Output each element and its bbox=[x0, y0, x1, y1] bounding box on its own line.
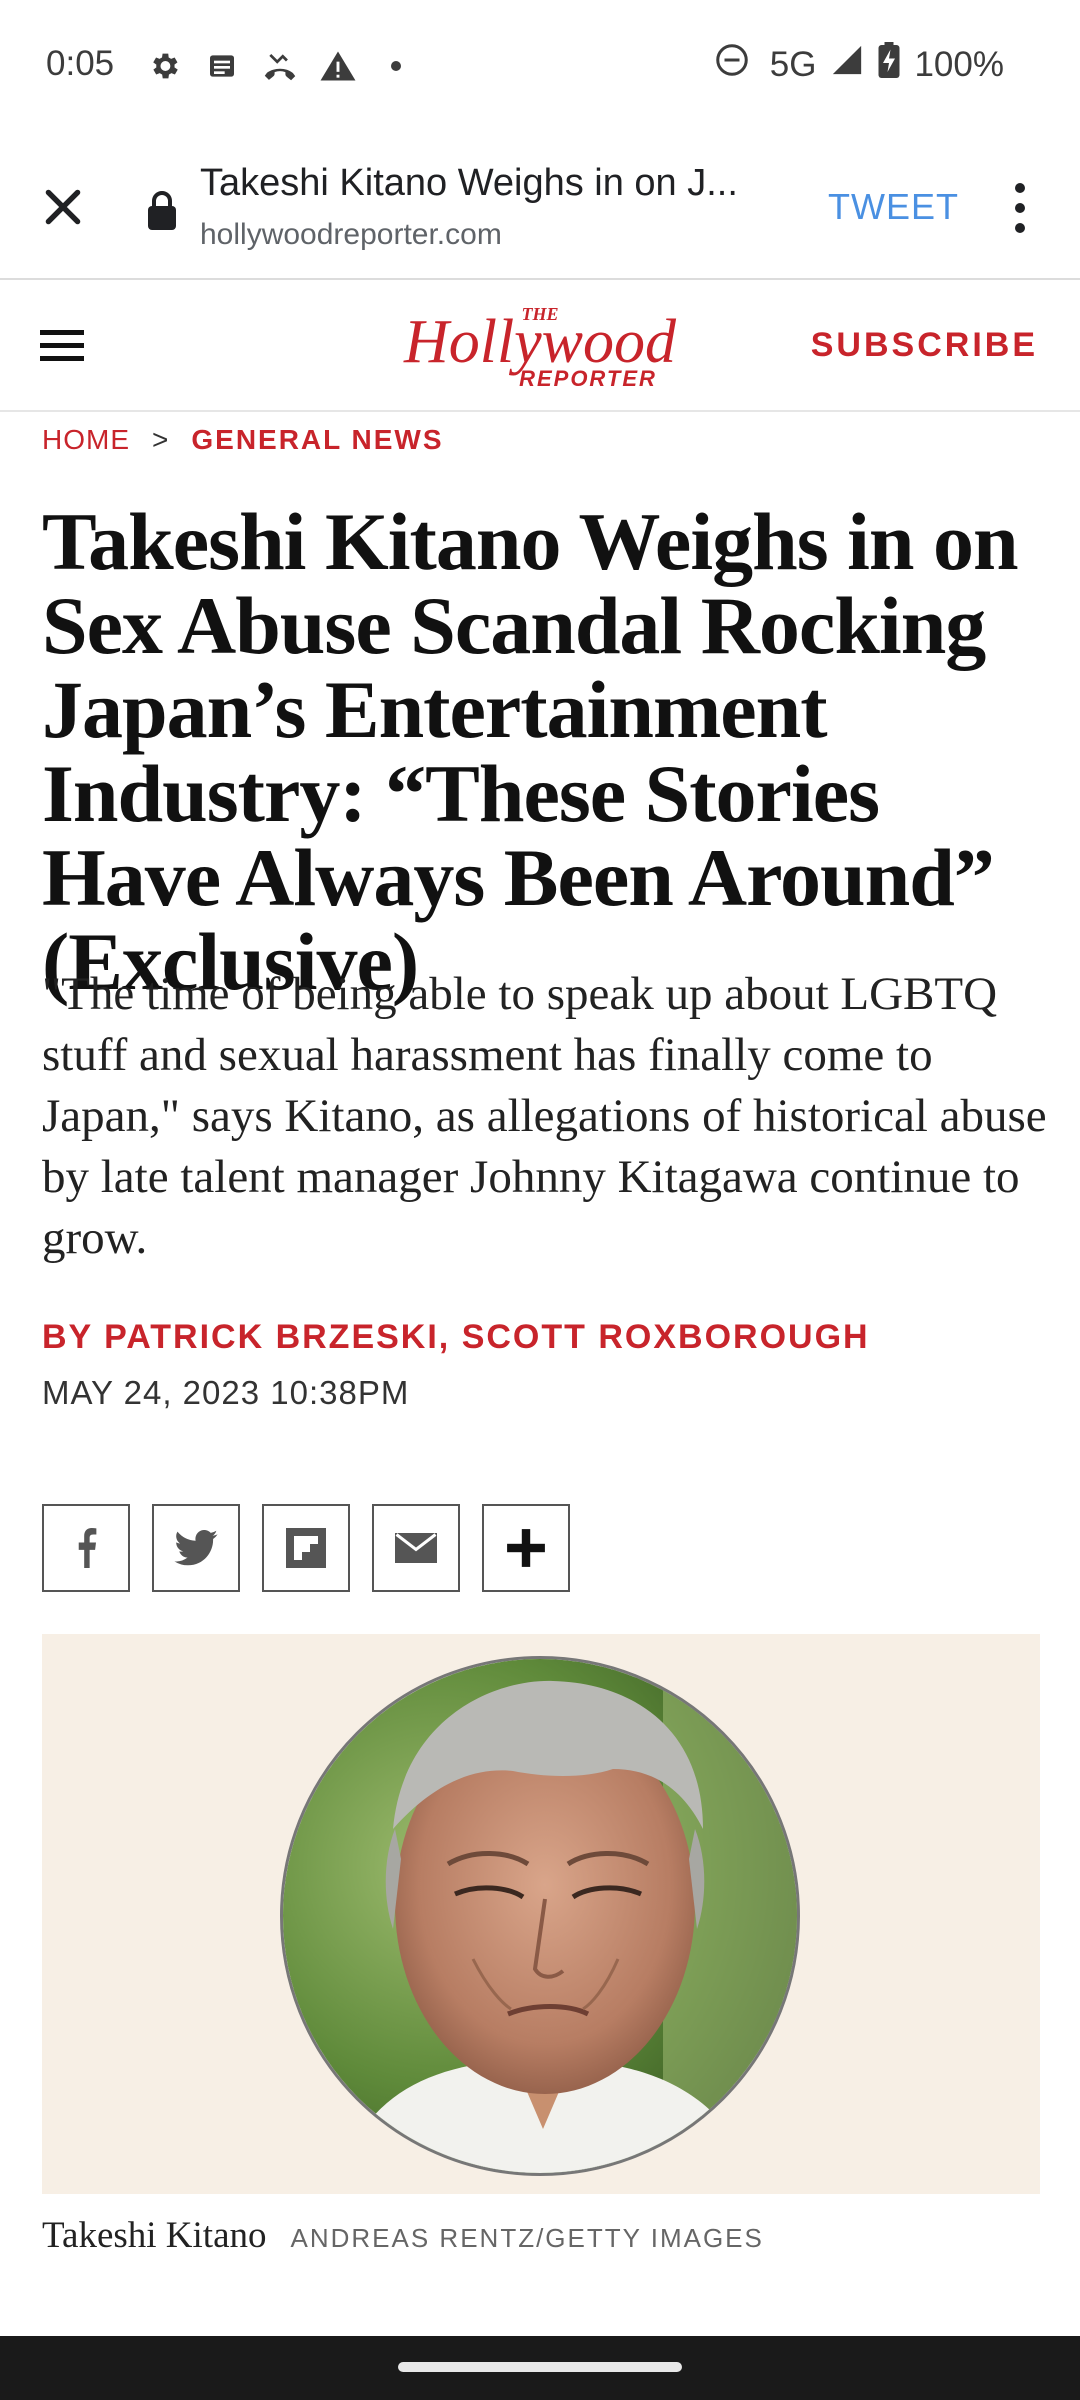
status-system-icons: 5G 100% bbox=[714, 42, 1004, 87]
status-notification-icons bbox=[146, 48, 414, 84]
menu-icon[interactable] bbox=[40, 326, 86, 366]
system-navigation-bar bbox=[0, 2336, 1080, 2400]
facebook-icon[interactable] bbox=[42, 1504, 130, 1592]
logo-sub: REPORTER bbox=[519, 366, 657, 391]
featured-image-panel bbox=[42, 1634, 1040, 2194]
news-icon bbox=[204, 48, 240, 84]
site-header: THE Hollywood REPORTER SUBSCRIBE bbox=[0, 280, 1080, 412]
settings-icon bbox=[146, 48, 182, 84]
dnd-icon bbox=[714, 42, 750, 87]
email-icon[interactable] bbox=[372, 1504, 460, 1592]
article-date: MAY 24, 2023 10:38PM bbox=[42, 1374, 410, 1411]
close-icon[interactable] bbox=[38, 182, 88, 232]
breadcrumb-separator: > bbox=[152, 424, 170, 455]
page-title: Takeshi Kitano Weighs in on J... bbox=[200, 162, 738, 204]
article-headline: Takeshi Kitano Weighs in on Sex Abuse Sc… bbox=[42, 496, 1019, 1007]
network-type: 5G bbox=[769, 44, 817, 84]
status-time: 0:05 bbox=[46, 44, 115, 83]
lock-icon[interactable] bbox=[146, 190, 178, 230]
status-bar: 0:05 5G 100% bbox=[0, 0, 1080, 132]
caption-credit: ANDREAS RENTZ/GETTY IMAGES bbox=[290, 2223, 764, 2253]
caption-subject: Takeshi Kitano bbox=[42, 2215, 267, 2256]
battery-level: 100% bbox=[914, 44, 1004, 84]
battery-charging-icon bbox=[878, 42, 900, 87]
page-url[interactable]: hollywoodreporter.com bbox=[200, 218, 502, 252]
plus-icon[interactable] bbox=[482, 1504, 570, 1592]
breadcrumb-home-link[interactable]: HOME bbox=[42, 424, 130, 456]
breadcrumb: HOME > GENERAL NEWS bbox=[42, 424, 444, 456]
image-caption: Takeshi Kitano ANDREAS RENTZ/GETTY IMAGE… bbox=[42, 2214, 764, 2257]
breadcrumb-category-link[interactable]: GENERAL NEWS bbox=[191, 424, 443, 456]
flipboard-icon[interactable] bbox=[262, 1504, 350, 1592]
subscribe-button[interactable]: SUBSCRIBE bbox=[811, 326, 1038, 365]
twitter-icon[interactable] bbox=[152, 1504, 240, 1592]
signal-icon bbox=[830, 43, 864, 86]
site-logo[interactable]: THE Hollywood REPORTER bbox=[370, 294, 710, 394]
tweet-button[interactable]: TWEET bbox=[828, 186, 959, 228]
missed-call-icon bbox=[262, 48, 298, 84]
home-gesture-handle[interactable] bbox=[398, 2362, 682, 2372]
article-byline[interactable]: BY PATRICK BRZESKI, SCOTT ROXBOROUGH bbox=[42, 1318, 870, 1357]
article-dek: "The time of being able to speak up abou… bbox=[42, 968, 1047, 1264]
warning-icon bbox=[320, 48, 356, 84]
dot-icon bbox=[378, 48, 414, 84]
share-buttons bbox=[42, 1504, 570, 1592]
browser-toolbar: Takeshi Kitano Weighs in on J... hollywo… bbox=[0, 132, 1080, 280]
featured-portrait-image[interactable] bbox=[280, 1656, 800, 2176]
more-options-icon[interactable] bbox=[1008, 178, 1032, 238]
